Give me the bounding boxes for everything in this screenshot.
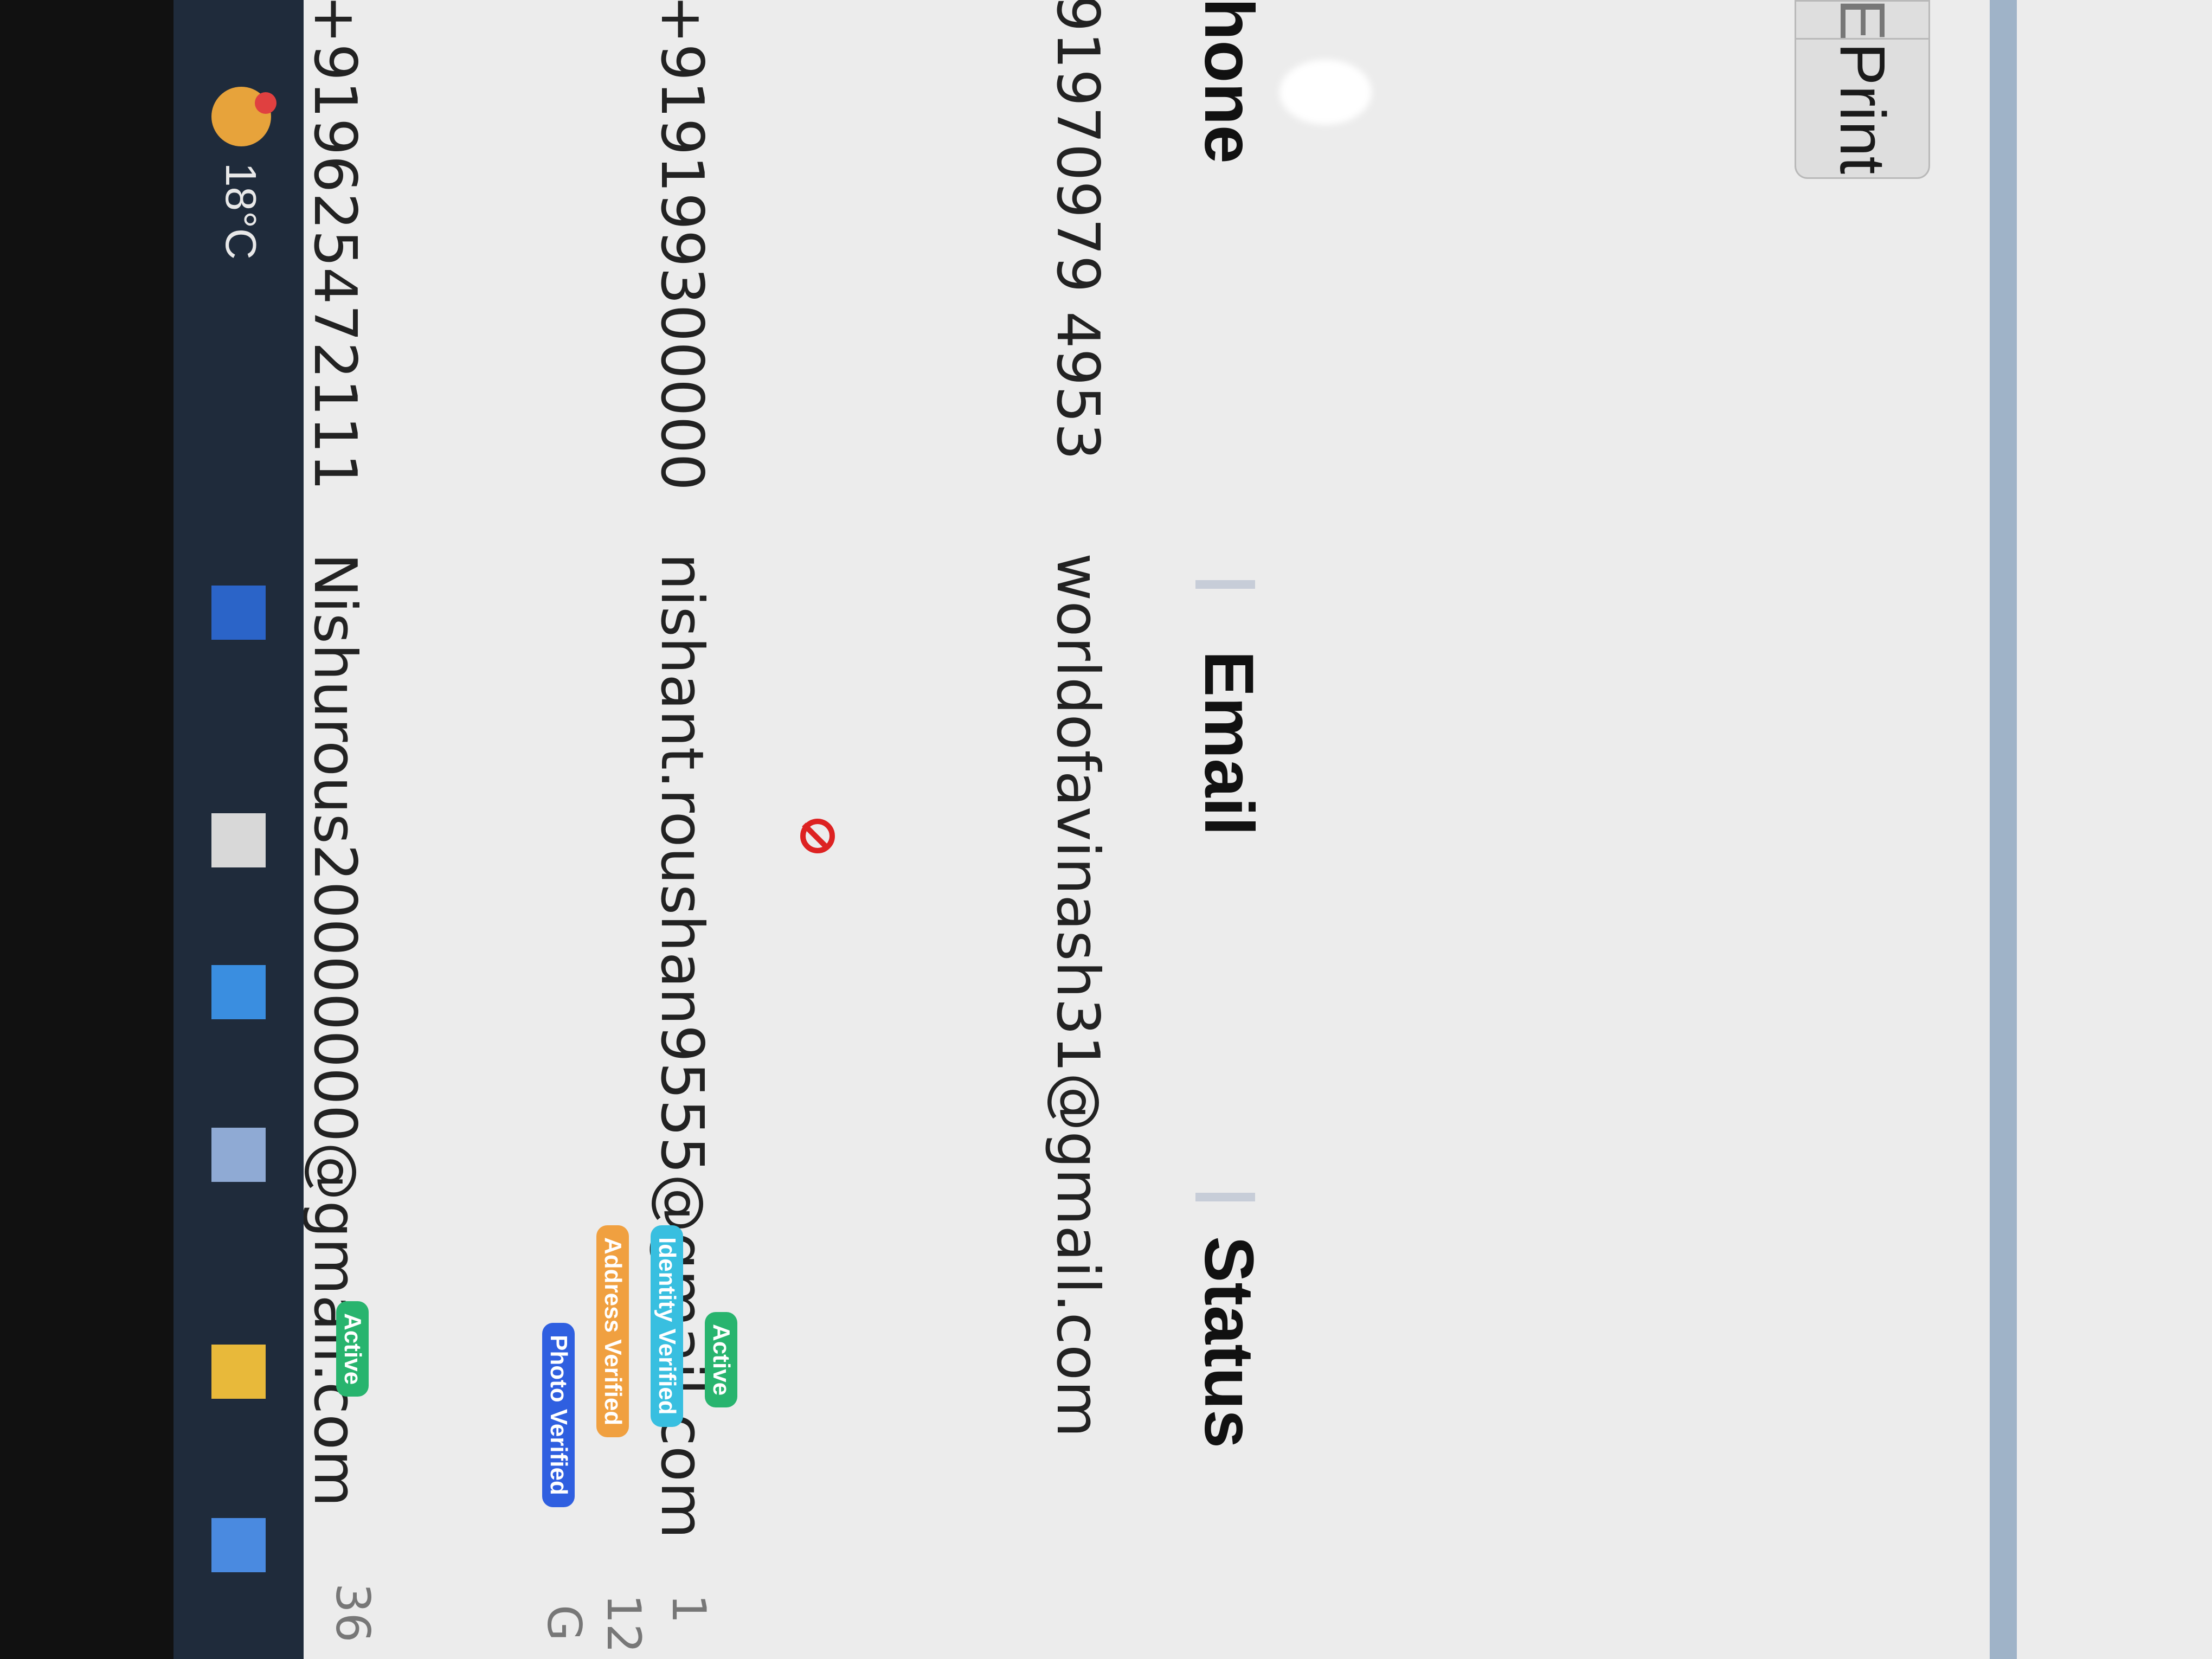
status-badge-active-row3: Active xyxy=(336,1301,369,1397)
header-phone[interactable]: hone xyxy=(1189,0,1269,164)
status-badge-identity-verified: Identity Verified xyxy=(651,1225,683,1427)
page-top-bar xyxy=(1990,0,2017,1659)
edge-cell-1: 1 xyxy=(661,1594,716,1624)
status-badge-address-verified: Address Verified xyxy=(596,1225,629,1438)
phone-sort-indicator[interactable] xyxy=(1195,580,1255,589)
edge-cell-3: G xyxy=(537,1605,591,1641)
status-badge-active: Active xyxy=(705,1312,737,1408)
screen-glare xyxy=(1279,60,1372,125)
email-sort-indicator[interactable] xyxy=(1195,1193,1255,1201)
file-explorer-icon[interactable] xyxy=(211,1345,266,1399)
print-button[interactable]: Print xyxy=(1795,38,1930,179)
laptop-bezel xyxy=(0,0,173,1659)
edge-cell-2: 12 xyxy=(596,1594,651,1654)
edge-cell-4: 36 xyxy=(325,1583,380,1643)
blocked-icon[interactable] xyxy=(800,819,835,853)
previous-export-button[interactable]: E xyxy=(1795,0,1930,41)
row3-phone: +919625472111 xyxy=(301,0,369,491)
row2-phone: +919199300000 xyxy=(648,0,716,491)
row1-email: worldofavinash31@gmail.com xyxy=(1044,553,1111,1438)
header-status[interactable]: Status xyxy=(1189,1236,1269,1448)
notification-badge xyxy=(255,92,276,114)
vscode-icon[interactable] xyxy=(211,965,266,1019)
rotated-screen-stage: E Print hone Email Status 91970979 4953 … xyxy=(0,0,2212,1659)
export-button-group: E Print xyxy=(1795,0,1930,293)
temperature-readout[interactable]: 18°C xyxy=(216,163,266,260)
notepad-icon[interactable] xyxy=(211,813,266,867)
app-icon[interactable] xyxy=(211,1128,266,1182)
header-email[interactable]: Email xyxy=(1189,651,1269,836)
start-icon[interactable] xyxy=(211,1518,266,1572)
row1-phone: 91970979 4953 xyxy=(1044,0,1111,460)
status-badge-photo-verified: Photo Verified xyxy=(542,1323,575,1507)
word-icon[interactable] xyxy=(211,586,266,640)
